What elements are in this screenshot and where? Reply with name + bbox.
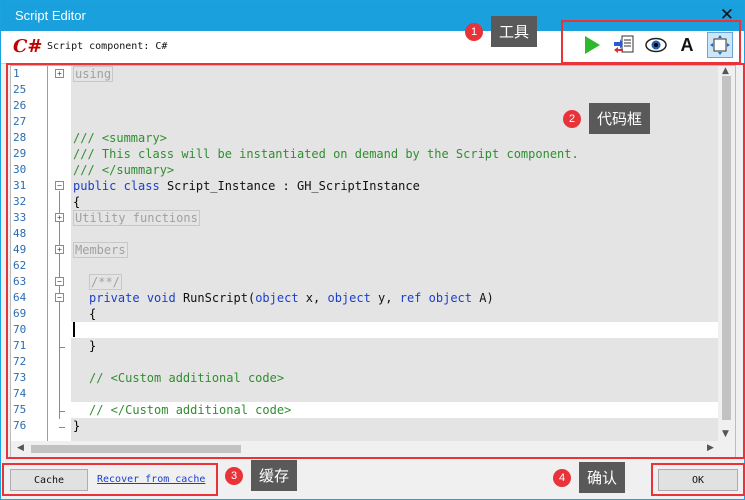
tools-highlight-frame: A (561, 20, 741, 64)
annotation-1-badge: 1 (465, 23, 483, 41)
recover-from-cache-link[interactable]: Recover from cache (97, 474, 205, 485)
annotation-3-badge: 3 (225, 467, 243, 485)
window-title: Script Editor (15, 8, 86, 23)
script-editor-window: Script Editor ✕ C# Script component: C# (0, 0, 745, 500)
annotation-1-label: 工具 (491, 16, 538, 47)
eye-icon[interactable] (645, 34, 667, 56)
component-label: Script component: C# (47, 41, 168, 52)
run-icon[interactable] (581, 34, 603, 56)
annotation-4-label: 确认 (579, 462, 626, 493)
cache-button[interactable]: Cache (10, 469, 88, 491)
annotation-2-badge: 2 (563, 110, 581, 128)
annotation-3-label: 缓存 (251, 460, 298, 491)
toolbar: C# Script component: C# A (1, 20, 744, 64)
annotation-4-badge: 4 (553, 469, 571, 487)
font-icon[interactable]: A (676, 34, 698, 56)
maximize-icon[interactable] (707, 32, 733, 58)
ok-button[interactable]: OK (658, 469, 738, 491)
load-code-icon[interactable] (613, 34, 635, 56)
annotation-2-label: 代码框 (589, 103, 651, 134)
csharp-logo: C# (13, 36, 43, 57)
